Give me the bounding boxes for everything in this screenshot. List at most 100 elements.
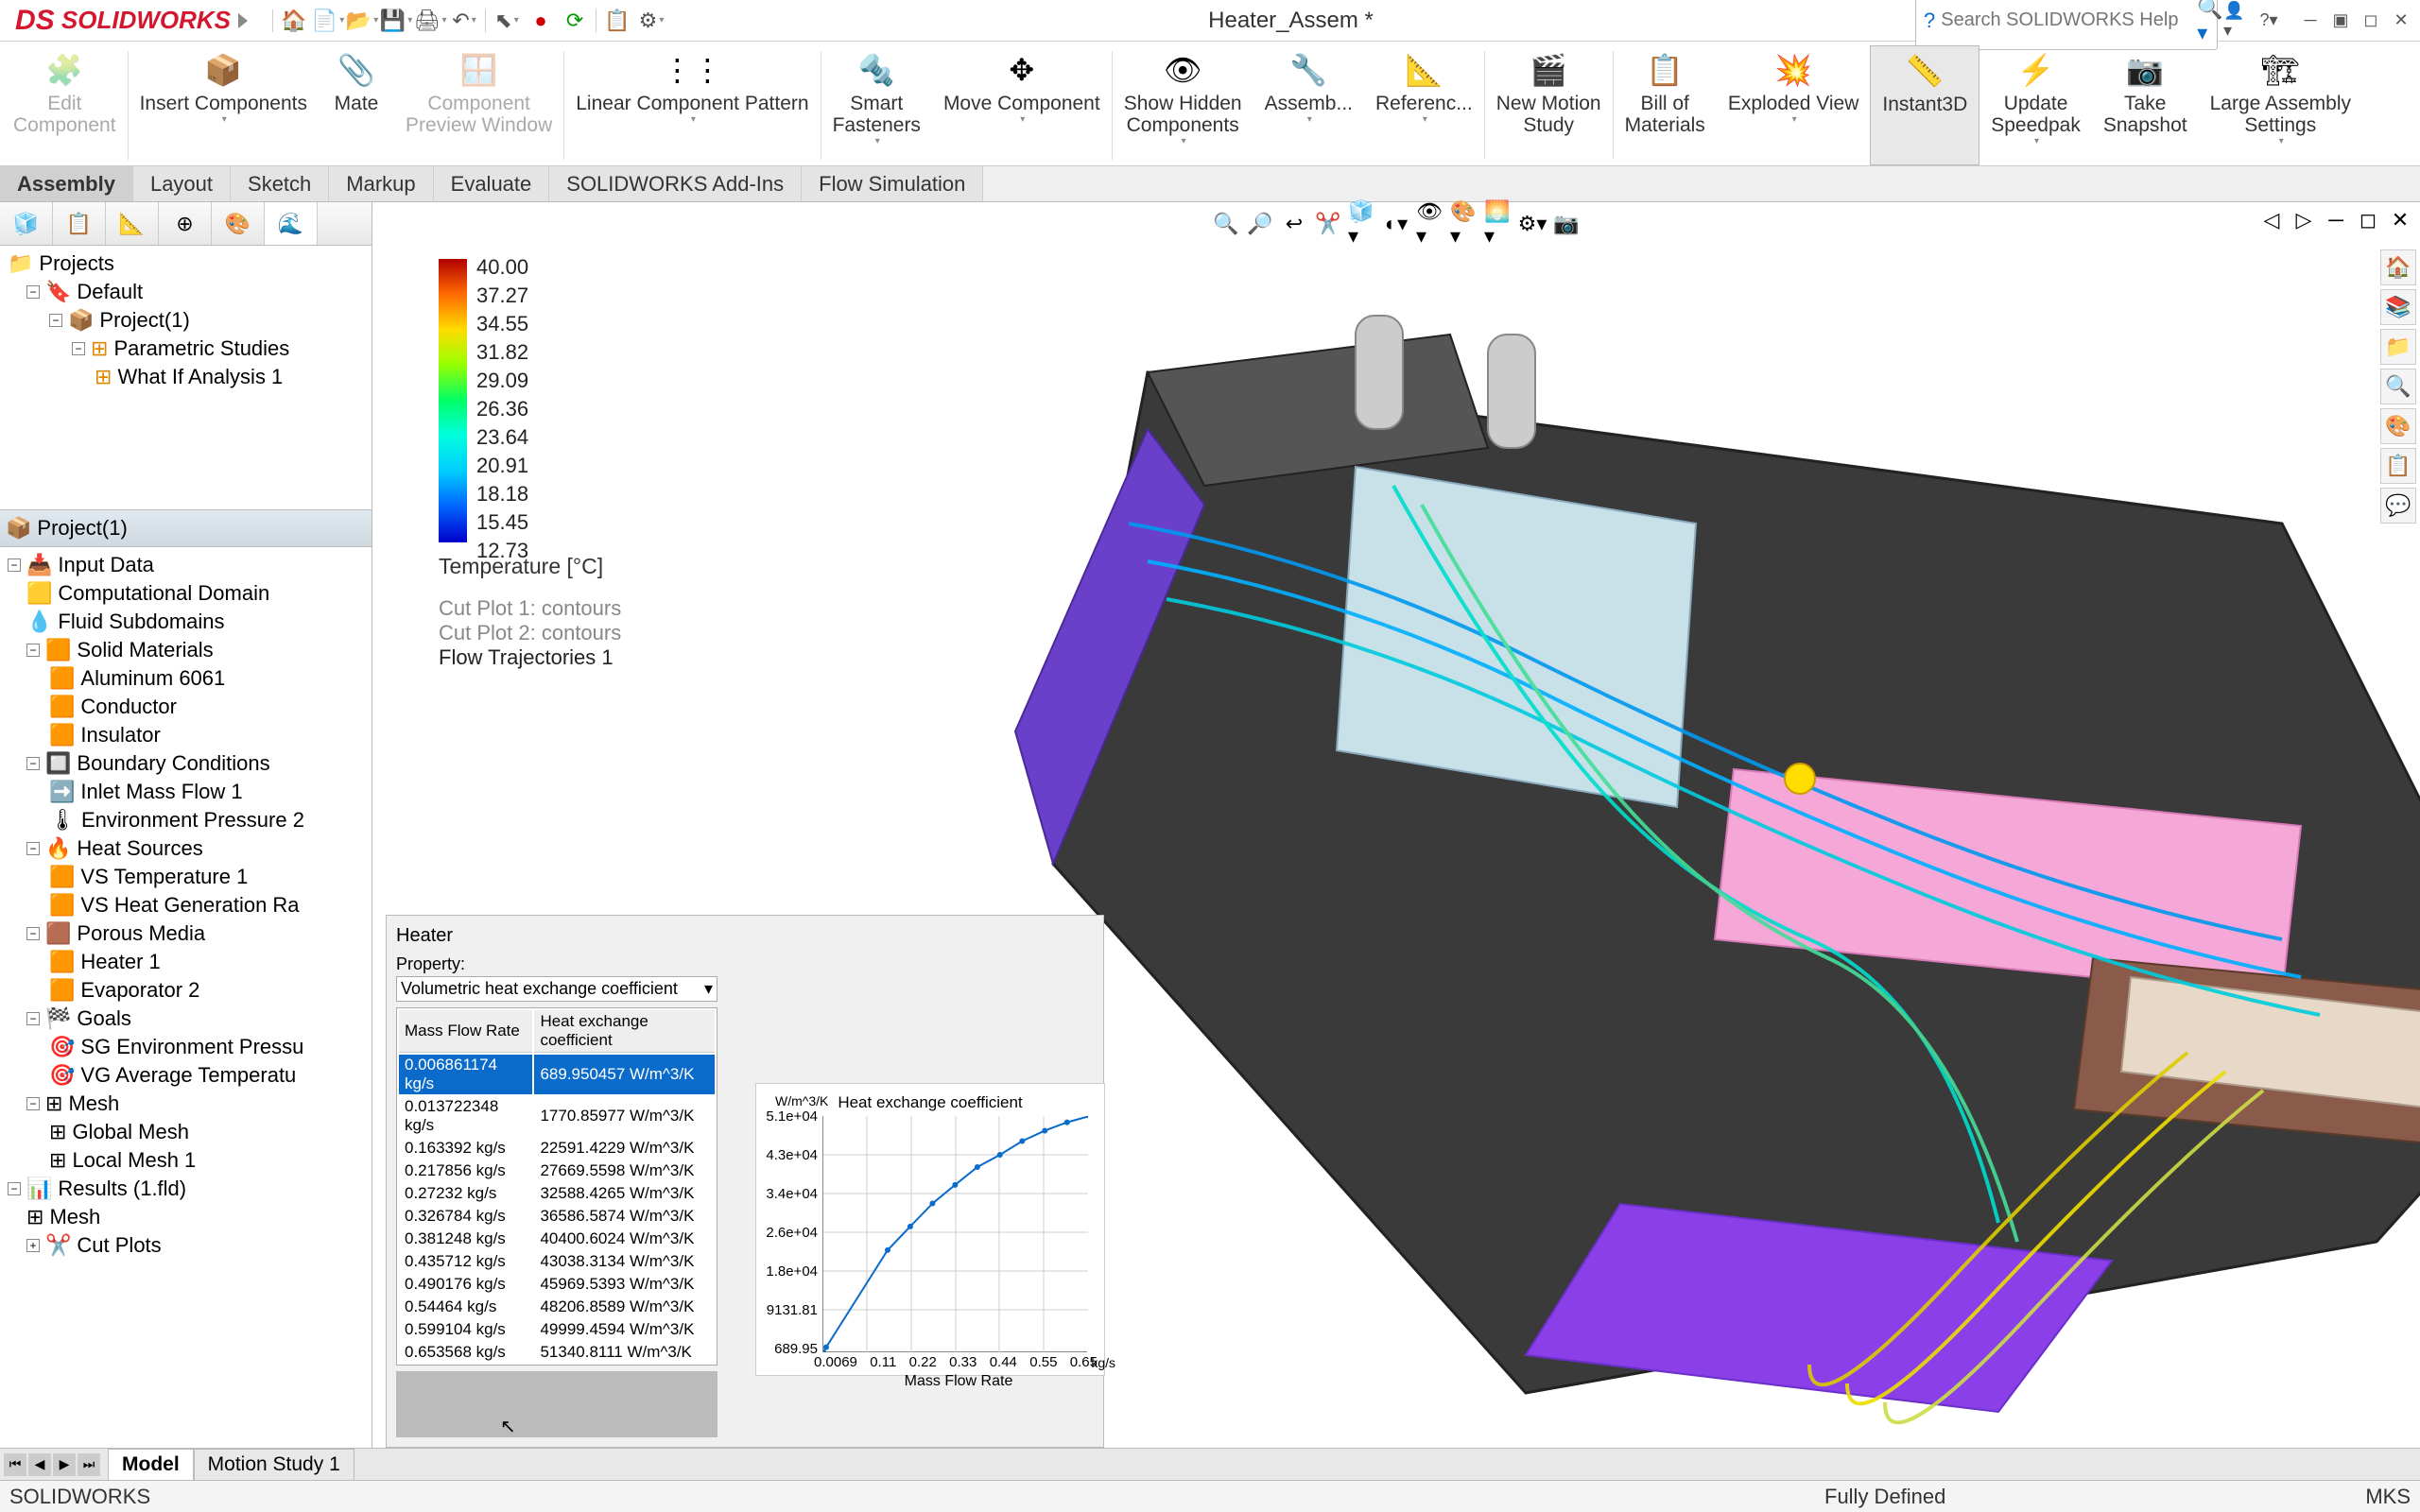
vp-max-icon[interactable]: ◻ bbox=[2354, 206, 2382, 234]
search-icon[interactable]: 🔍▾ bbox=[2197, 0, 2222, 45]
snapshot-view-icon[interactable]: 📷 bbox=[1552, 210, 1581, 238]
table-row[interactable]: 0.013722348 kg/s1770.85977 W/m^3/K bbox=[399, 1096, 715, 1136]
minimize-icon[interactable]: ─ bbox=[2297, 8, 2324, 34]
search-input[interactable] bbox=[1941, 9, 2191, 31]
heater-properties-popup[interactable]: Heater Property: Volumetric heat exchang… bbox=[386, 915, 1104, 1448]
table-row[interactable]: 0.653568 kg/s51340.8111 W/m^3/K bbox=[399, 1342, 715, 1363]
panel-tab-1-icon[interactable]: 🧊 bbox=[0, 202, 53, 245]
tree-vs-heat[interactable]: 🟧VS Heat Generation Ra bbox=[4, 891, 368, 919]
bottom-tab-model[interactable]: Model bbox=[108, 1449, 194, 1480]
tree-fluid-sub[interactable]: 💧Fluid Subdomains bbox=[4, 608, 368, 636]
panel-tab-6-icon[interactable]: 🌊 bbox=[265, 202, 318, 245]
scene-icon[interactable]: 🌅▾ bbox=[1484, 210, 1512, 238]
tree-sg-env[interactable]: 🎯SG Environment Pressu bbox=[4, 1033, 368, 1061]
btab-last-icon[interactable]: ⏭ bbox=[78, 1453, 100, 1476]
help-dropdown-icon[interactable]: ?▾ bbox=[2256, 8, 2282, 34]
select-icon[interactable]: ⬉▾ bbox=[492, 6, 522, 36]
tab-markup[interactable]: Markup bbox=[329, 166, 433, 201]
tree-mesh[interactable]: −⊞Mesh bbox=[4, 1090, 368, 1118]
zoom-fit-icon[interactable]: 🔍 bbox=[1212, 210, 1240, 238]
tree-global-mesh[interactable]: ⊞Global Mesh bbox=[4, 1118, 368, 1146]
tab-flow-sim[interactable]: Flow Simulation bbox=[802, 166, 983, 201]
bom-button[interactable]: 📋Bill ofMaterials bbox=[1614, 45, 1717, 165]
vp-prev-icon[interactable]: ◁ bbox=[2257, 206, 2286, 234]
legend-cut2[interactable]: Cut Plot 2: contours bbox=[439, 621, 621, 645]
tree-comp-domain[interactable]: 🟨Computational Domain bbox=[4, 579, 368, 608]
mate-button[interactable]: 📎Mate bbox=[319, 45, 394, 165]
options-icon[interactable]: 📋 bbox=[602, 6, 632, 36]
tree-input-data[interactable]: −📥Input Data bbox=[4, 551, 368, 579]
settings-icon[interactable]: ⚙▾ bbox=[636, 6, 666, 36]
large-assembly-button[interactable]: 🏗Large AssemblySettings▾ bbox=[2199, 45, 2362, 165]
tree-heater1[interactable]: 🟧Heater 1 bbox=[4, 948, 368, 976]
tree-solid-materials[interactable]: −🟧Solid Materials bbox=[4, 636, 368, 664]
tree-env-pressure[interactable]: 🌡Environment Pressure 2 bbox=[4, 806, 368, 834]
restore-icon[interactable]: ▣ bbox=[2327, 8, 2354, 34]
project-header[interactable]: 📦Project(1) bbox=[0, 510, 372, 547]
user-icon[interactable]: 👤▾ bbox=[2223, 8, 2250, 34]
table-row[interactable]: 0.381248 kg/s40400.6024 W/m^3/K bbox=[399, 1228, 715, 1249]
panel-tab-2-icon[interactable]: 📋 bbox=[53, 202, 106, 245]
tree-whatif[interactable]: ⊞What If Analysis 1 bbox=[4, 363, 368, 391]
legend-cut1[interactable]: Cut Plot 1: contours bbox=[439, 596, 621, 621]
tree-parametric[interactable]: −⊞Parametric Studies bbox=[4, 335, 368, 363]
tree-inlet[interactable]: ➡️Inlet Mass Flow 1 bbox=[4, 778, 368, 806]
help-search[interactable]: ? 🔍▾ bbox=[1915, 0, 2218, 50]
insert-components-button[interactable]: 📦Insert Components▾ bbox=[129, 45, 319, 165]
new-icon[interactable]: 📄▾ bbox=[313, 6, 343, 36]
hide-show-icon[interactable]: 👁▾ bbox=[1416, 210, 1444, 238]
view-orient-icon[interactable]: 🧊▾ bbox=[1348, 210, 1376, 238]
tree-cut-plots[interactable]: +✂️Cut Plots bbox=[4, 1231, 368, 1260]
component-preview-button[interactable]: 🪟ComponentPreview Window bbox=[394, 45, 563, 165]
section-icon[interactable]: ✂️ bbox=[1314, 210, 1342, 238]
tree-porous[interactable]: −🟫Porous Media bbox=[4, 919, 368, 948]
home-icon[interactable]: 🏠 bbox=[279, 6, 309, 36]
open-icon[interactable]: 📂▾ bbox=[347, 6, 377, 36]
table-row[interactable]: 0.54464 kg/s48206.8589 W/m^3/K bbox=[399, 1297, 715, 1317]
tree-vg-avg[interactable]: 🎯VG Average Temperatu bbox=[4, 1061, 368, 1090]
linear-pattern-button[interactable]: ⋮⋮Linear Component Pattern▾ bbox=[564, 45, 820, 165]
panel-tab-5-icon[interactable]: 🎨 bbox=[212, 202, 265, 245]
tree-project1[interactable]: −📦Project(1) bbox=[4, 306, 368, 335]
logo-dropdown-icon[interactable] bbox=[238, 13, 248, 28]
bottom-tab-motion[interactable]: Motion Study 1 bbox=[194, 1449, 354, 1480]
tree-default[interactable]: −🔖Default bbox=[4, 278, 368, 306]
print-icon[interactable]: 🖨▾ bbox=[415, 6, 445, 36]
property-select[interactable]: Volumetric heat exchange coefficient ▾ bbox=[396, 976, 717, 1002]
tree-results-mesh[interactable]: ⊞Mesh bbox=[4, 1203, 368, 1231]
tree-conductor[interactable]: 🟧Conductor bbox=[4, 693, 368, 721]
tree-heat-sources[interactable]: −🔥Heat Sources bbox=[4, 834, 368, 863]
tree-projects-root[interactable]: 📁Projects bbox=[4, 249, 368, 278]
tree-boundary[interactable]: −🔲Boundary Conditions bbox=[4, 749, 368, 778]
edit-component-button[interactable]: 🧩EditComponent bbox=[2, 45, 128, 165]
table-row[interactable]: 0.326784 kg/s36586.5874 W/m^3/K bbox=[399, 1206, 715, 1227]
tree-vs-temp[interactable]: 🟧VS Temperature 1 bbox=[4, 863, 368, 891]
tree-evap2[interactable]: 🟧Evaporator 2 bbox=[4, 976, 368, 1005]
tab-layout[interactable]: Layout bbox=[133, 166, 231, 201]
tab-evaluate[interactable]: Evaluate bbox=[434, 166, 550, 201]
legend-flow[interactable]: Flow Trajectories 1 bbox=[439, 645, 621, 670]
rec-icon[interactable]: ● bbox=[526, 6, 556, 36]
table-row[interactable]: 0.599104 kg/s49999.4594 W/m^3/K bbox=[399, 1319, 715, 1340]
motion-study-button[interactable]: 🎬New MotionStudy bbox=[1485, 45, 1613, 165]
table-row[interactable]: 0.006861174 kg/s689.950457 W/m^3/K bbox=[399, 1055, 715, 1094]
table-row[interactable]: 0.217856 kg/s27669.5598 W/m^3/K bbox=[399, 1160, 715, 1181]
smart-fasteners-button[interactable]: 🔩SmartFasteners▾ bbox=[821, 45, 932, 165]
exploded-view-button[interactable]: 💥Exploded View▾ bbox=[1717, 45, 1871, 165]
instant3d-button[interactable]: 📏Instant3D bbox=[1870, 45, 1979, 165]
tree-aluminum[interactable]: 🟧Aluminum 6061 bbox=[4, 664, 368, 693]
btab-first-icon[interactable]: ⏮ bbox=[4, 1453, 26, 1476]
panel-tab-4-icon[interactable]: ⊕ bbox=[159, 202, 212, 245]
tree-local-mesh[interactable]: ⊞Local Mesh 1 bbox=[4, 1146, 368, 1175]
show-hidden-button[interactable]: 👁Show HiddenComponents▾ bbox=[1113, 45, 1253, 165]
save-icon[interactable]: 💾▾ bbox=[381, 6, 411, 36]
rebuild-icon[interactable]: ⟳ bbox=[560, 6, 590, 36]
status-units[interactable]: MKS bbox=[2365, 1485, 2411, 1509]
3d-viewport[interactable]: 🔍 🔎 ↩ ✂️ 🧊▾ ◐▾ 👁▾ 🎨▾ 🌅▾ ⚙▾ 📷 ◁ ▷ ─ ◻ ✕ 🏠… bbox=[372, 202, 2420, 1448]
display-style-icon[interactable]: ◐▾ bbox=[1382, 210, 1410, 238]
close-icon[interactable]: ✕ bbox=[2388, 8, 2414, 34]
speedpak-button[interactable]: ⚡UpdateSpeedpak▾ bbox=[1979, 45, 2092, 165]
maximize-icon[interactable]: ◻ bbox=[2358, 8, 2384, 34]
reference-geometry-button[interactable]: 📐Referenc...▾ bbox=[1364, 45, 1484, 165]
undo-icon[interactable]: ↶▾ bbox=[449, 6, 479, 36]
